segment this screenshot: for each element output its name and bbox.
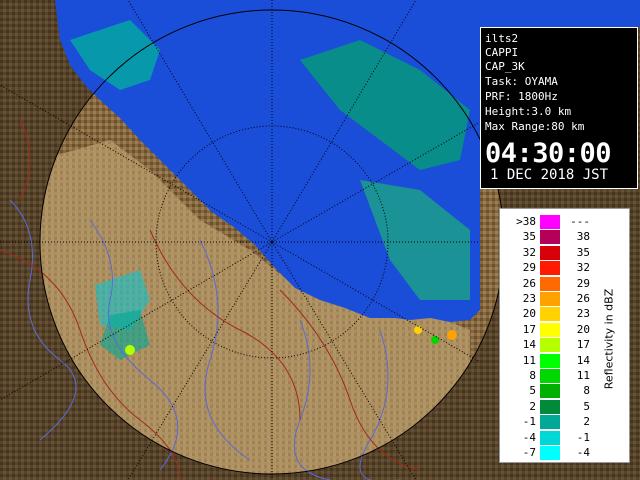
legend-low-value: 23 [522,292,536,305]
legend-low-value: -1 [522,415,536,429]
height-label: Height:3.0 km [485,105,572,118]
legend-high-value: 5 [583,399,590,413]
product-name: CAPPI [485,46,519,59]
site-name: ilts2 [485,32,519,45]
legend-color-swatch [540,292,560,306]
legend-row: -7 -4 [500,446,631,460]
legend-color-swatch [540,307,560,322]
observation-time: 04:30:00 [485,138,612,169]
legend-title-text: Reflectivity in dBZ [602,288,616,390]
observation-date: 1 DEC 2018 JST [490,167,609,183]
legend-high-value: 35 [576,245,590,259]
legend-high-value: 38 [576,230,590,244]
legend-low-value: 8 [529,369,536,382]
reflectivity-legend: >38 --- 35 38 32 35 29 32 26 29 23 26 20 23 17 20 14 17 11… [499,208,630,463]
legend-color-swatch [540,322,560,337]
legend-high-value: 2 [583,415,590,429]
legend-low-value: 17 [522,322,536,336]
legend-low-value: 35 [522,230,536,244]
legend-high-value: 32 [576,261,590,275]
legend-color-swatch [540,399,560,414]
legend-low-value: 20 [522,307,536,321]
prf-label: PRF: 1800Hz [485,90,558,103]
legend-high-value: 20 [576,322,590,336]
legend-color-swatch [540,215,560,229]
legend-high-value: 23 [576,307,590,321]
legend-color-swatch [540,276,560,291]
legend-low-value: -7 [522,446,536,459]
legend-low-value: >38 [516,215,536,228]
legend-low-value: -4 [522,430,536,444]
legend-low-value: 29 [522,261,536,275]
info-panel: ilts2 CAPPI CAP_3K Task: OYAMA PRF: 1800… [480,27,638,189]
legend-title: Reflectivity in dBZ [599,239,619,439]
legend-high-value: --- [570,215,590,228]
legend-high-value: 17 [576,338,590,352]
max-range-label: Max Range:80 km [485,120,585,133]
legend-color-swatch [540,415,560,430]
legend-color-swatch [540,353,560,368]
legend-color-swatch [540,261,560,276]
legend-high-value: -4 [576,446,590,459]
legend-high-value: -1 [576,430,590,444]
legend-color-swatch [540,384,560,399]
legend-color-swatch [540,230,560,245]
legend-color-swatch [540,446,560,460]
legend-high-value: 29 [576,276,590,290]
legend-color-swatch [540,338,560,353]
legend-high-value: 11 [576,369,590,382]
legend-low-value: 2 [529,399,536,413]
legend-high-value: 8 [583,384,590,398]
legend-high-value: 14 [576,353,590,367]
legend-color-swatch [540,245,560,260]
legend-low-value: 32 [522,245,536,259]
legend-color-swatch [540,369,560,383]
product-id: CAP_3K [485,60,525,73]
legend-low-value: 5 [529,384,536,398]
task-label: Task: OYAMA [485,75,558,88]
legend-low-value: 26 [522,276,536,290]
legend-high-value: 26 [576,292,590,305]
legend-low-value: 11 [522,353,536,367]
legend-low-value: 14 [522,338,536,352]
legend-row: >38 --- [500,215,631,229]
legend-color-swatch [540,430,560,445]
